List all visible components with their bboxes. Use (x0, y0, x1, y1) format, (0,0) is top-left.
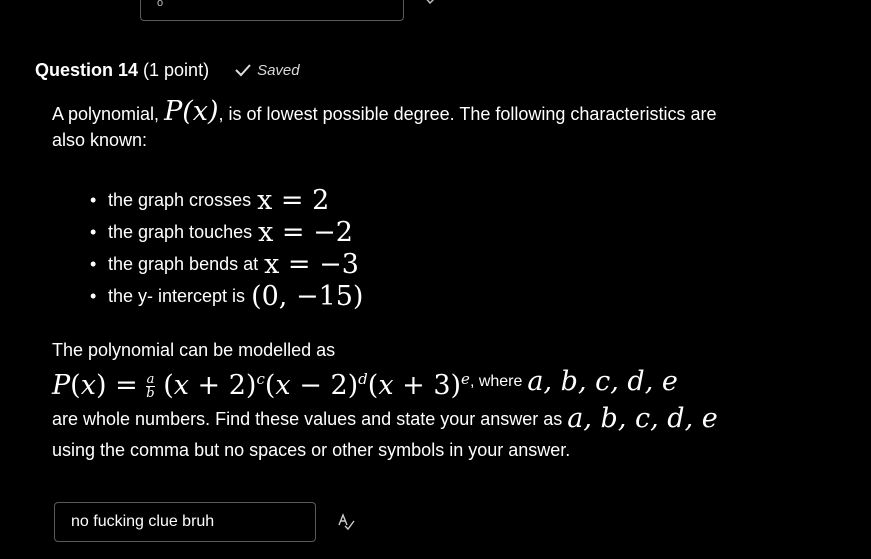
question-intro: A polynomial, P(x), is of lowest possibl… (52, 98, 832, 154)
characteristic-math: x = 2 (257, 184, 330, 216)
question-title: Question 14 (35, 59, 139, 80)
question-header: Question 14 (1 point) Saved (35, 58, 300, 82)
saved-label: Saved (257, 61, 300, 79)
list-item: • the graph bends at x = −3 (90, 248, 359, 280)
model-equation: P(x) = a b (x + 2)c(x − 2)d(x + 3)e (52, 369, 470, 401)
model-instruction: are whole numbers. Find these values and… (52, 409, 563, 429)
intro-line-2: also known: (52, 130, 148, 150)
answer-format: a, b, c, d, e (567, 403, 718, 434)
where-text: , where (469, 373, 523, 390)
characteristic-text: the y- intercept is (108, 285, 246, 306)
characteristic-math: x = −3 (264, 248, 359, 280)
intro-text-cont: , is of lowest possible degree. The foll… (218, 104, 717, 124)
characteristic-math: x = −2 (258, 216, 353, 248)
characteristic-text: the graph bends at (108, 253, 259, 274)
model-line-1: The polynomial can be modelled as (52, 340, 336, 360)
model-line-3: are whole numbers. Find these values and… (52, 402, 852, 436)
model-line-4: using the comma but no spaces or other s… (52, 440, 571, 460)
checkmark-icon (235, 64, 251, 77)
question-points: (1 point) (143, 59, 210, 80)
spellcheck-icon[interactable] (422, 0, 440, 8)
previous-answer-mark: o (157, 0, 164, 9)
polynomial-symbol: P(x) (164, 96, 219, 127)
list-item: • the graph crosses x = 2 (90, 184, 330, 216)
answer-input[interactable]: no fucking clue bruh (54, 502, 316, 542)
characteristic-text: the graph crosses (108, 189, 252, 210)
list-item: • the y- intercept is (0, −15) (90, 280, 364, 312)
characteristics-list: • the graph crosses x = 2 • the graph to… (90, 184, 363, 312)
list-item: • the graph touches x = −2 (90, 216, 353, 248)
intro-text: A polynomial, (52, 104, 160, 124)
spellcheck-icon[interactable] (336, 512, 356, 532)
model-equation-line: P(x) = a b (x + 2)c(x − 2)d(x + 3)e , wh… (52, 362, 852, 402)
previous-answer-input[interactable]: o (140, 0, 404, 21)
saved-status: Saved (235, 62, 300, 79)
model-variables: a, b, c, d, e (527, 366, 678, 397)
characteristic-math: (0, −15) (251, 280, 364, 312)
characteristic-text: the graph touches (108, 221, 253, 242)
model-paragraph: The polynomial can be modelled as P(x) =… (52, 336, 852, 464)
